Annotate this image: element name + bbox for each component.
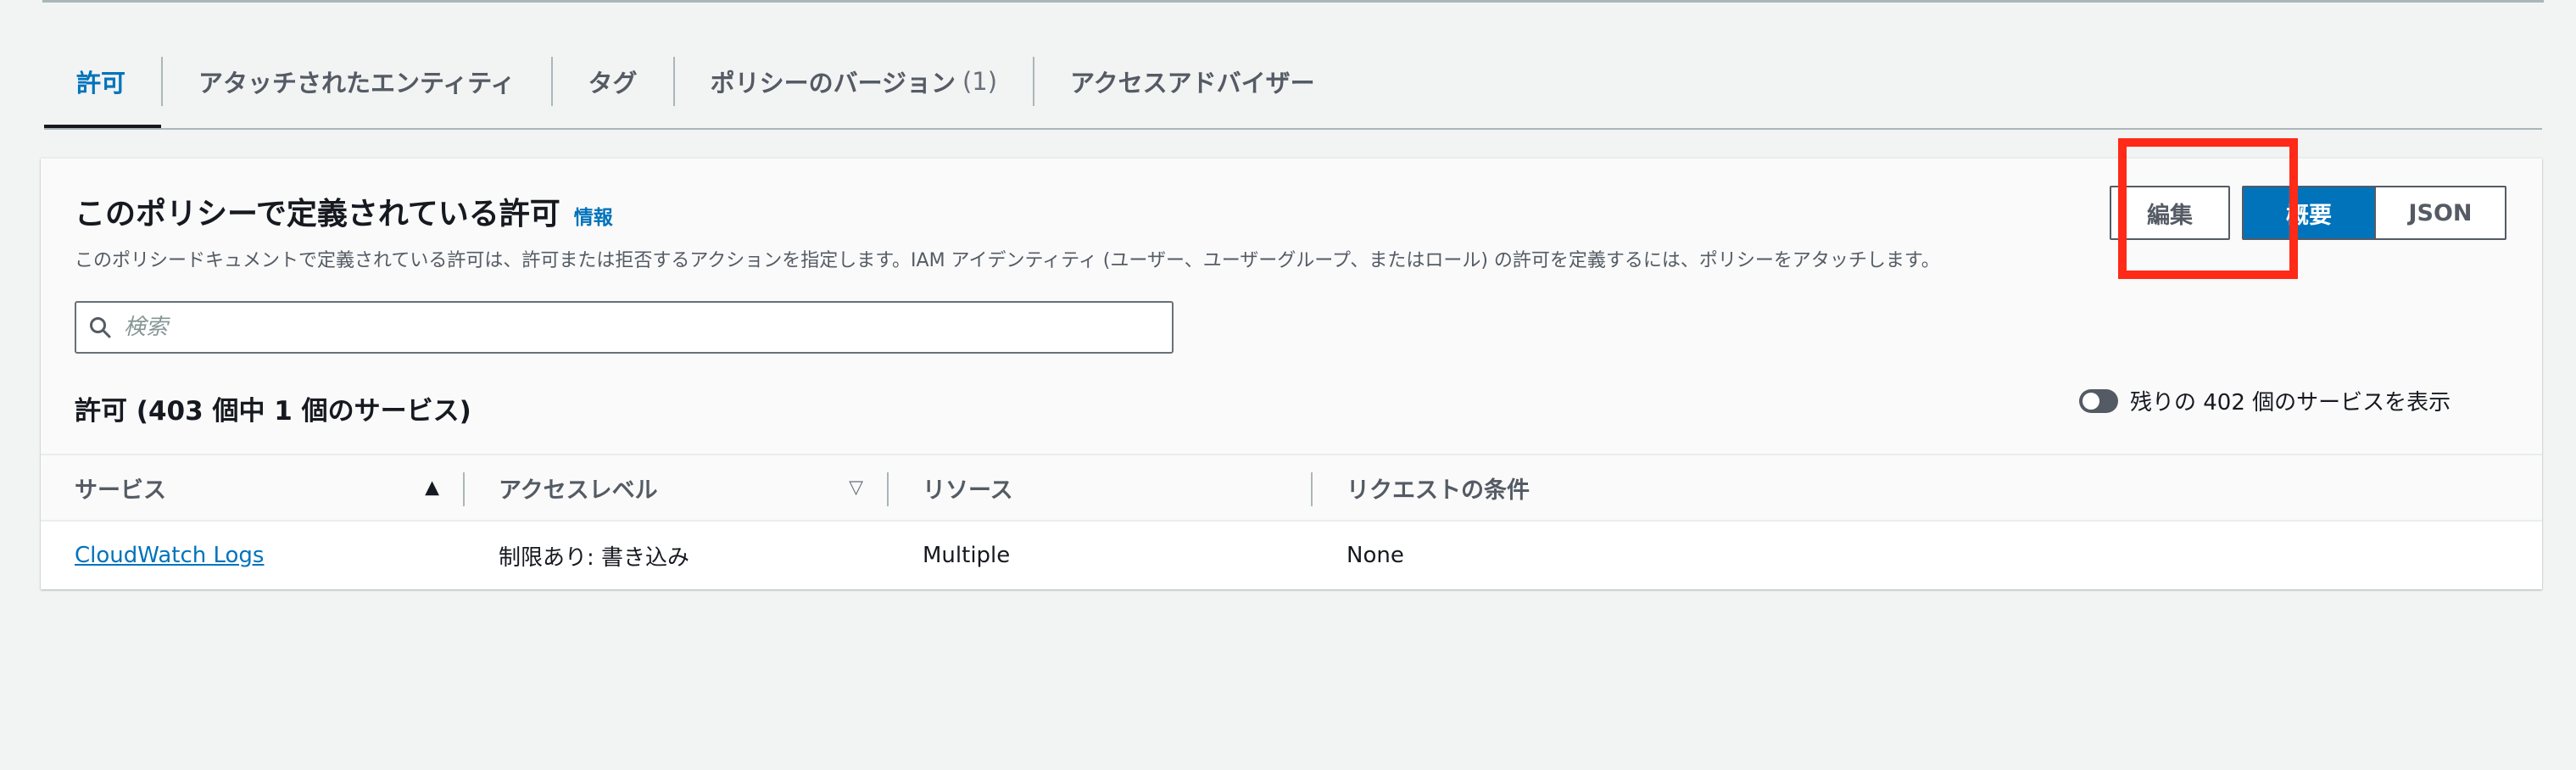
info-link[interactable]: 情報 bbox=[574, 201, 613, 230]
search-icon bbox=[76, 303, 124, 352]
access-level-cell: 制限あり: 書き込み bbox=[499, 544, 690, 571]
column-header-service[interactable]: サービス ▲ bbox=[41, 455, 465, 520]
resource-cell: Multiple bbox=[923, 543, 1011, 568]
condition-cell: None bbox=[1347, 543, 1404, 568]
column-header-resource: リソース bbox=[889, 455, 1313, 520]
column-header-label: サービス bbox=[75, 477, 166, 504]
top-divider bbox=[42, 0, 2544, 3]
panel-header: このポリシーで定義されている許可 情報 bbox=[75, 189, 613, 233]
tab-label: アタッチされたエンティティ bbox=[198, 69, 516, 98]
show-remaining-services: 残りの 402 個のサービスを表示 bbox=[2079, 385, 2451, 416]
tab-attached-entities[interactable]: アタッチされたエンティティ bbox=[163, 34, 551, 129]
view-mode-toggle: 概要 JSON bbox=[2242, 186, 2506, 240]
summary-view-button[interactable]: 概要 bbox=[2244, 187, 2374, 238]
tab-label: ポリシーのバージョン bbox=[710, 69, 956, 98]
tab-tags[interactable]: タグ bbox=[553, 34, 673, 129]
permissions-count-title: 許可 (403 個中 1 個のサービス) bbox=[75, 396, 471, 427]
panel-description: このポリシードキュメントで定義されている許可は、許可または拒否するアクションを指… bbox=[75, 250, 1940, 271]
column-header-condition: リクエストの条件 bbox=[1313, 455, 2542, 520]
column-header-label: リクエストの条件 bbox=[1347, 477, 1530, 504]
column-header-label: アクセスレベル bbox=[499, 477, 658, 504]
permissions-table: サービス ▲ アクセスレベル ▽ リソース リクエストの条件 CloudWatc… bbox=[41, 454, 2542, 589]
service-link[interactable]: CloudWatch Logs bbox=[75, 543, 264, 568]
sort-ascending-icon: ▲ bbox=[425, 477, 439, 499]
tab-count: (1) bbox=[962, 67, 998, 96]
panel-actions: 編集 概要 JSON bbox=[2110, 186, 2506, 240]
edit-button[interactable]: 編集 bbox=[2110, 186, 2230, 240]
show-remaining-toggle[interactable] bbox=[2079, 388, 2118, 413]
search-field bbox=[75, 301, 1174, 354]
table-header: サービス ▲ アクセスレベル ▽ リソース リクエストの条件 bbox=[41, 454, 2542, 522]
sort-descending-icon: ▽ bbox=[849, 477, 863, 499]
column-header-label: リソース bbox=[923, 477, 1013, 504]
tabs-underline bbox=[44, 128, 2542, 130]
panel-title: このポリシーで定義されている許可 bbox=[75, 197, 560, 232]
permissions-panel: このポリシーで定義されている許可 情報 このポリシードキュメントで定義されている… bbox=[41, 138, 2542, 589]
tab-label: 許可 bbox=[76, 69, 126, 98]
column-header-access-level[interactable]: アクセスレベル ▽ bbox=[465, 455, 889, 520]
tab-bar: 許可 アタッチされたエンティティ タグ ポリシーのバージョン (1) アクセスアド… bbox=[44, 34, 1351, 129]
tab-label: アクセスアドバイザー bbox=[1070, 69, 1315, 98]
search-input[interactable] bbox=[124, 303, 1141, 352]
table-row: CloudWatch Logs 制限あり: 書き込み Multiple None bbox=[41, 522, 2542, 589]
tab-permissions[interactable]: 許可 bbox=[44, 34, 162, 129]
json-view-button[interactable]: JSON bbox=[2374, 187, 2505, 238]
toggle-label: 残りの 402 個のサービスを表示 bbox=[2130, 390, 2451, 416]
tab-access-advisor[interactable]: アクセスアドバイザー bbox=[1034, 34, 1351, 129]
tab-policy-versions[interactable]: ポリシーのバージョン (1) bbox=[675, 34, 1034, 129]
tab-label: タグ bbox=[588, 69, 638, 98]
